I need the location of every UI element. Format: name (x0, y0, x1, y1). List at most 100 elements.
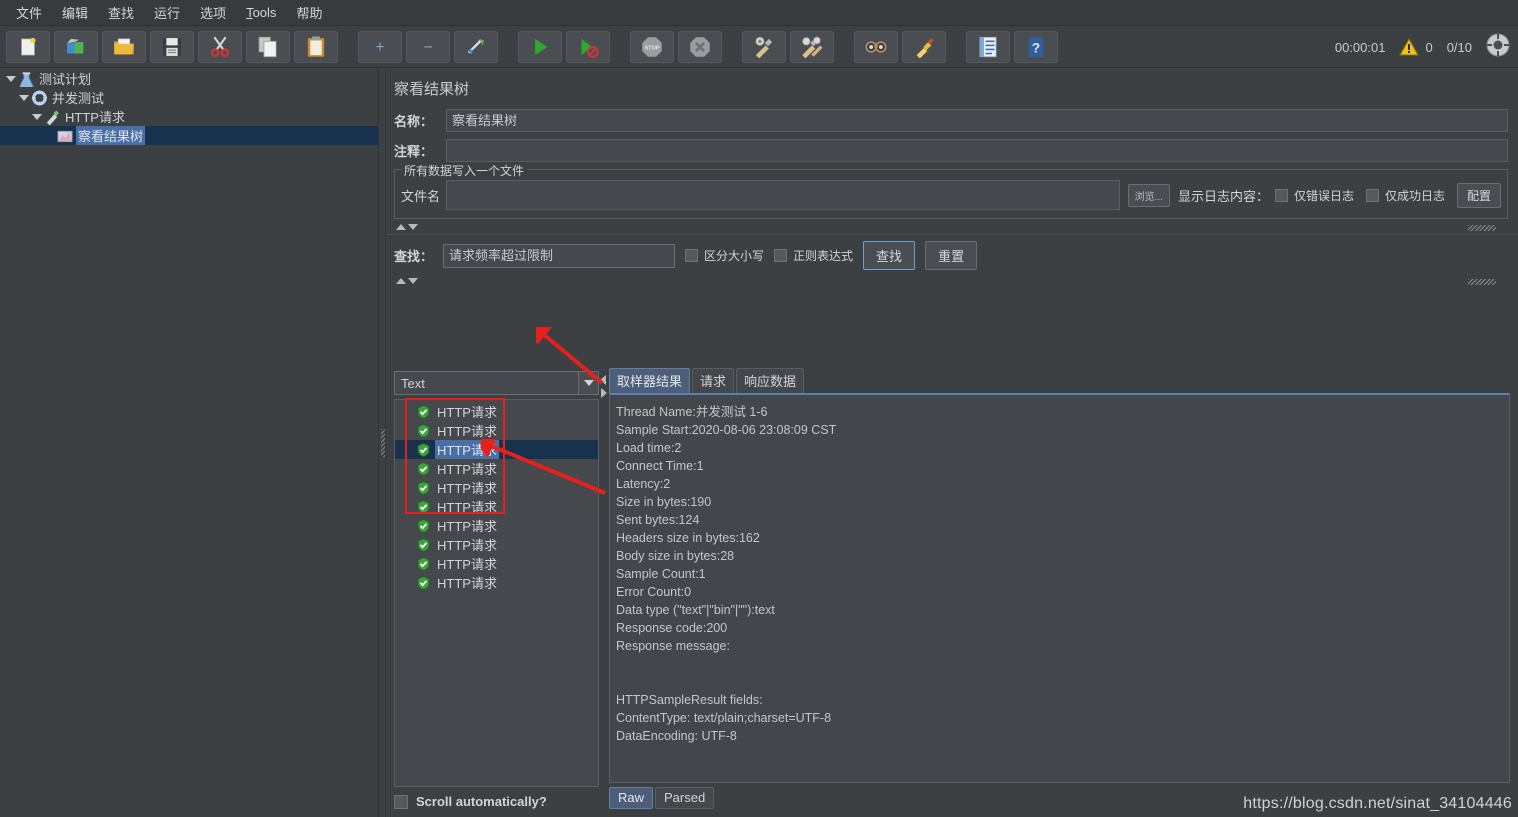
toolbar-search-button[interactable] (854, 31, 898, 63)
splitter-down-arrow-icon[interactable] (408, 278, 418, 284)
toolbar-cut-button[interactable] (198, 31, 242, 63)
splitter-up-arrow-icon[interactable] (396, 278, 406, 284)
thread-activity-icon[interactable] (1486, 33, 1510, 62)
case-sensitive-wrap[interactable]: 区分大小写 (685, 247, 764, 264)
tree-expand-toggle-icon[interactable] (17, 91, 30, 104)
copy-icon (255, 34, 281, 60)
raw-parsed-tab-1[interactable]: Parsed (655, 787, 714, 809)
results-vertical-splitter[interactable] (599, 371, 609, 809)
tree-expand-toggle-icon[interactable] (30, 110, 43, 123)
browse-button[interactable]: 浏览... (1128, 184, 1170, 207)
detail-line: Response code:200 (616, 619, 1509, 637)
result-list-item[interactable]: HTTP请求 (395, 459, 598, 478)
toolbar-collapse-all-button[interactable]: − (406, 31, 450, 63)
result-list-item[interactable]: HTTP请求 (395, 478, 598, 497)
chevron-down-icon[interactable] (578, 372, 598, 394)
sampler-result-text[interactable]: Thread Name:并发测试 1-6Sample Start:2020-08… (609, 393, 1510, 783)
result-list-item[interactable]: HTTP请求 (395, 554, 598, 573)
case-sensitive-label: 区分大小写 (704, 247, 764, 264)
upper-horizontal-splitter[interactable] (394, 222, 1510, 234)
main-vertical-splitter[interactable] (378, 69, 386, 817)
write-results-to-file-group: 所有数据写入一个文件 文件名 浏览... 显示日志内容： 仅错误日志 仅成功日志 (394, 169, 1508, 219)
comment-input[interactable] (446, 139, 1508, 162)
result-list-item[interactable]: HTTP请求 (395, 497, 598, 516)
tree-expand-toggle-icon[interactable] (4, 72, 17, 85)
splitter-arrows-2[interactable] (396, 278, 418, 284)
splitter-left-arrow-icon[interactable] (600, 375, 606, 385)
name-input[interactable]: 察看结果树 (446, 109, 1508, 132)
tree-node-3[interactable]: 察看结果树 (0, 126, 378, 145)
toolbar-save-button[interactable] (150, 31, 194, 63)
success-shield-icon (417, 538, 430, 552)
menu-item-6[interactable]: 帮助 (286, 0, 332, 25)
toolbar-function-helper-button[interactable] (966, 31, 1010, 63)
toolbar-copy-button[interactable] (246, 31, 290, 63)
splitter-arrows[interactable] (396, 224, 418, 230)
result-list-item[interactable]: HTTP请求 (395, 402, 598, 421)
warning-triangle-icon (1399, 38, 1419, 56)
search-input[interactable]: 请求频率超过限制 (443, 244, 675, 268)
menu-item-2[interactable]: 查找 (98, 0, 144, 25)
regex-wrap[interactable]: 正则表达式 (774, 247, 853, 264)
lower-horizontal-splitter[interactable] (394, 276, 1510, 288)
errors-only-checkbox[interactable] (1275, 189, 1288, 202)
warning-indicator[interactable]: 0 (1399, 38, 1432, 56)
tree-node-1[interactable]: 并发测试 (0, 88, 378, 107)
menu-item-4[interactable]: 选项 (190, 0, 236, 25)
scroll-automatically-wrap[interactable]: Scroll automatically? (394, 787, 599, 809)
configure-button[interactable]: 配置 (1457, 183, 1501, 208)
menu-item-3[interactable]: 运行 (144, 0, 190, 25)
toolbar-templates-button[interactable] (54, 31, 98, 63)
reset-button[interactable]: 重置 (925, 241, 977, 270)
detail-line: ContentType: text/plain;charset=UTF-8 (616, 709, 1509, 727)
toolbar-toggle-button[interactable] (454, 31, 498, 63)
regex-checkbox[interactable] (774, 249, 787, 262)
result-list-item[interactable]: HTTP请求 (395, 440, 598, 459)
search-button[interactable]: 查找 (863, 241, 915, 270)
templates-icon (63, 34, 89, 60)
toolbar-paste-button[interactable] (294, 31, 338, 63)
tree-node-label: 并发测试 (50, 88, 106, 107)
detail-tab-2[interactable]: 响应数据 (736, 368, 804, 393)
toolbar-clear-button[interactable] (742, 31, 786, 63)
toolbar-stop-button[interactable]: STOP (630, 31, 674, 63)
scroll-automatically-checkbox[interactable] (394, 795, 408, 809)
success-only-checkbox[interactable] (1366, 189, 1379, 202)
toolbar-help-button[interactable]: ? (1014, 31, 1058, 63)
toolbar-open-button[interactable] (102, 31, 146, 63)
toolbar-start-no-timers-button[interactable] (566, 31, 610, 63)
errors-only-checkbox-wrap[interactable]: 仅错误日志 (1275, 187, 1354, 204)
raw-parsed-tab-0[interactable]: Raw (609, 787, 653, 809)
menu-item-0[interactable]: 文件 (6, 0, 52, 25)
splitter-right-arrow-icon[interactable] (601, 388, 607, 398)
result-item-label: HTTP请求 (435, 421, 499, 440)
menu-item-5[interactable]: Tools (236, 2, 286, 23)
detail-tab-1[interactable]: 请求 (692, 368, 734, 393)
success-only-checkbox-wrap[interactable]: 仅成功日志 (1366, 187, 1445, 204)
detail-tab-0[interactable]: 取样器结果 (609, 368, 690, 393)
case-sensitive-checkbox[interactable] (685, 249, 698, 262)
detail-line: Headers size in bytes:162 (616, 529, 1509, 547)
splitter-down-arrow-icon[interactable] (408, 224, 418, 230)
toolbar-expand-all-button[interactable]: + (358, 31, 402, 63)
result-list-item[interactable]: HTTP请求 (395, 421, 598, 440)
toolbar-shutdown-button[interactable] (678, 31, 722, 63)
clear-icon (751, 34, 777, 60)
toolbar-clear-all-button[interactable] (790, 31, 834, 63)
toolbar-start-button[interactable] (518, 31, 562, 63)
result-item-label: HTTP请求 (435, 554, 499, 573)
toolbar-reset-search-button[interactable] (902, 31, 946, 63)
tree-node-2[interactable]: HTTP请求 (0, 107, 378, 126)
reset-search-icon (911, 34, 937, 60)
tree-node-0[interactable]: 测试计划 (0, 69, 378, 88)
result-list-item[interactable]: HTTP请求 (395, 573, 598, 592)
sample-result-list[interactable]: HTTP请求HTTP请求HTTP请求HTTP请求HTTP请求HTTP请求HTTP… (394, 399, 599, 787)
filename-input[interactable] (446, 180, 1120, 210)
toolbar-new-button[interactable] (6, 31, 50, 63)
result-list-item[interactable]: HTTP请求 (395, 516, 598, 535)
result-list-item[interactable]: HTTP请求 (395, 535, 598, 554)
splitter-up-arrow-icon[interactable] (396, 224, 406, 230)
menu-item-1[interactable]: 编辑 (52, 0, 98, 25)
success-shield-icon (417, 481, 430, 495)
renderer-dropdown[interactable]: Text (394, 371, 599, 395)
